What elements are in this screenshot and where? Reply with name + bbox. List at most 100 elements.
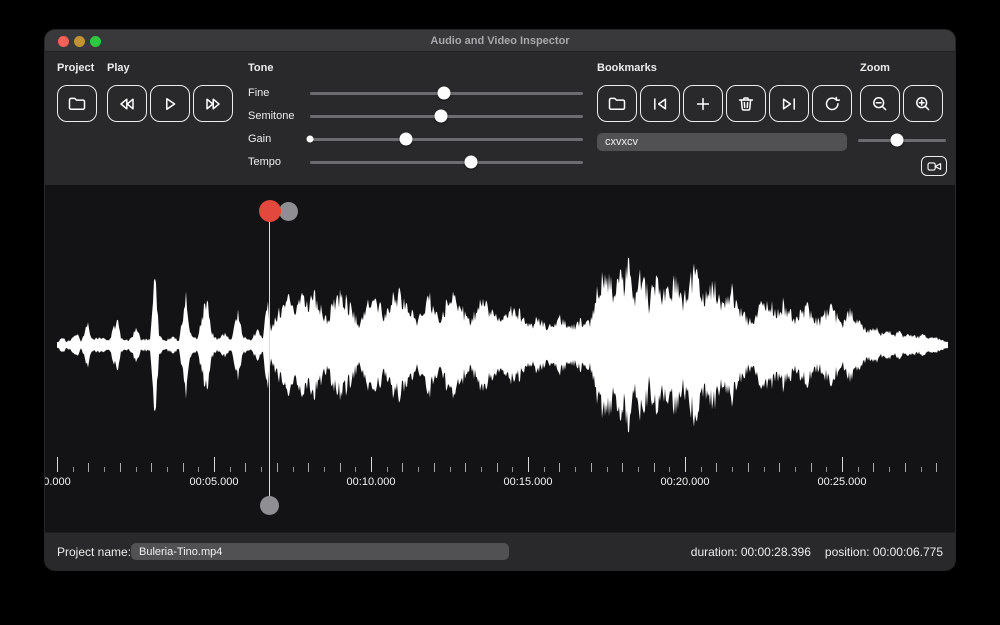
ruler-tick	[386, 467, 388, 472]
zoom-slider[interactable]	[858, 133, 946, 147]
gain-slider-thumb[interactable]	[399, 132, 413, 146]
ruler-tick	[88, 463, 90, 472]
fast-forward-icon	[206, 97, 220, 110]
fine-slider-thumb[interactable]	[437, 86, 451, 100]
ruler-tick	[449, 467, 451, 472]
ruler-tick	[700, 467, 702, 472]
ruler-tick	[418, 467, 420, 472]
ruler-tick	[904, 463, 906, 472]
next-bookmark-button[interactable]	[769, 85, 809, 122]
zoom-slider-thumb[interactable]	[890, 133, 904, 147]
ruler-tick	[716, 463, 718, 472]
ruler-tick	[119, 463, 121, 472]
fine-slider-label: Fine	[248, 87, 270, 99]
ruler-tick	[857, 467, 859, 472]
playhead-bottom-handle[interactable]	[260, 495, 280, 515]
ruler-tick	[936, 463, 938, 472]
ruler-tick	[104, 467, 106, 472]
delete-bookmark-button[interactable]	[726, 85, 766, 122]
gain-slider-label: Gain	[248, 133, 272, 145]
duration-readout: duration: 00:00:28.396	[690, 544, 811, 559]
skip-to-end-icon	[782, 97, 795, 110]
project-name-label: Project name:	[57, 544, 132, 559]
ruler-tick	[292, 467, 294, 472]
play-section-label: Play	[107, 62, 130, 74]
ruler-tick	[465, 463, 467, 472]
ruler-tick	[543, 467, 545, 472]
ruler-tick	[732, 467, 734, 472]
semitone-slider[interactable]	[310, 109, 583, 123]
ruler-tick	[512, 467, 514, 472]
rewind-button[interactable]	[107, 85, 147, 122]
ruler-label: 00:25.000	[817, 476, 867, 488]
video-preview-button[interactable]	[921, 156, 947, 176]
ruler-tick	[873, 463, 875, 472]
ruler-tick	[308, 463, 310, 472]
zoom-out-button[interactable]	[860, 85, 900, 122]
bookmarks-section-label: Bookmarks	[597, 62, 657, 74]
rotate-reset-icon	[825, 96, 841, 110]
ruler-tick	[245, 463, 247, 472]
fine-slider[interactable]	[310, 86, 583, 100]
secondary-marker-handle[interactable]	[278, 201, 298, 221]
ruler-tick	[559, 463, 561, 472]
timeline-area: 0.000 00:05.000 00:10.000 00:15.000 00:20.00…	[45, 185, 955, 532]
ruler-tick	[747, 463, 749, 472]
fast-forward-button[interactable]	[193, 85, 233, 122]
ruler-tick	[826, 467, 828, 472]
play-icon	[166, 97, 176, 110]
reset-bookmark-button[interactable]	[812, 85, 852, 122]
position-readout: position: 00:00:06.775	[824, 544, 943, 559]
ruler-tick	[590, 463, 592, 472]
ruler-tick	[339, 463, 341, 472]
ruler-tick	[72, 467, 74, 472]
rewind-icon	[120, 97, 134, 110]
ruler-tick	[57, 457, 58, 472]
ruler-label: 00:10.000	[346, 476, 396, 488]
ruler-label: 00:20.000	[660, 476, 710, 488]
ruler-tick	[355, 467, 357, 472]
ruler-label: 00:05.000	[189, 476, 239, 488]
playhead-handle[interactable]	[258, 200, 281, 222]
ruler-tick	[261, 467, 263, 472]
gain-slider[interactable]	[306, 132, 583, 146]
folder-icon	[608, 97, 626, 110]
tempo-slider-label: Tempo	[248, 156, 282, 168]
folder-icon	[68, 97, 86, 110]
ruler-label: 0.000	[45, 476, 71, 488]
bookmark-name-input[interactable]	[597, 133, 847, 151]
gain-slider-min-dot	[306, 135, 314, 143]
play-button[interactable]	[150, 85, 190, 122]
window-title: Audio and Video Inspector	[430, 35, 570, 47]
tempo-slider[interactable]	[310, 155, 583, 169]
ruler-tick	[135, 467, 137, 472]
playhead-line[interactable]	[268, 211, 271, 501]
ruler-tick	[151, 463, 153, 472]
ruler-tick	[214, 457, 215, 472]
previous-bookmark-button[interactable]	[640, 85, 680, 122]
ruler-tick	[622, 463, 624, 472]
ruler-tick	[198, 467, 200, 472]
ruler-tick	[685, 457, 686, 472]
time-readouts: duration: 00:00:28.396 position: 00:00:0…	[691, 533, 943, 570]
ruler-label: 00:15.000	[503, 476, 553, 488]
ruler-tick	[653, 463, 655, 472]
ruler-tick	[779, 463, 781, 472]
ruler-tick	[842, 457, 843, 472]
waveform[interactable]	[57, 185, 948, 515]
semitone-slider-thumb[interactable]	[434, 109, 448, 123]
ruler-tick	[371, 457, 372, 472]
tempo-slider-thumb[interactable]	[464, 155, 478, 169]
ruler-tick	[763, 467, 765, 472]
project-name-input[interactable]	[131, 543, 509, 560]
trash-icon	[738, 96, 754, 111]
tone-section-label: Tone	[248, 62, 274, 74]
video-camera-icon	[926, 161, 941, 171]
zoom-in-button[interactable]	[903, 85, 943, 122]
add-bookmark-button[interactable]	[683, 85, 723, 122]
bookmarks-folder-button[interactable]	[597, 85, 637, 122]
open-project-button[interactable]	[57, 85, 97, 122]
toolbar: Project Play Tone Fine Semitone Gain Tem…	[45, 52, 955, 185]
zoom-in-icon	[916, 96, 930, 110]
zoom-section-label: Zoom	[860, 62, 890, 74]
